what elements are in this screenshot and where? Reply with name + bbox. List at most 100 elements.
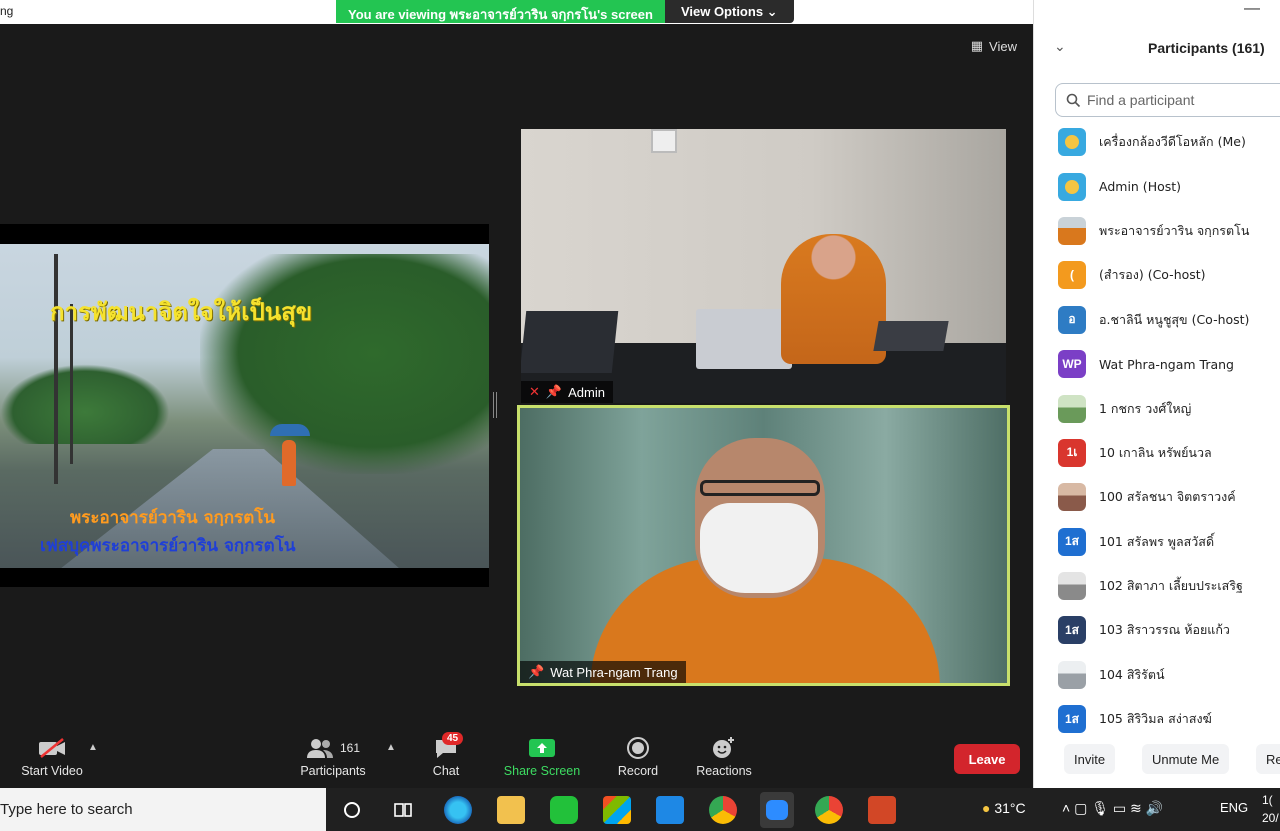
task-view-icon[interactable] xyxy=(392,796,420,824)
avatar: อ xyxy=(1058,305,1086,334)
line-app-icon[interactable] xyxy=(550,796,578,824)
minimize-icon[interactable]: — xyxy=(1244,0,1260,18)
wifi-icon[interactable]: ≋ xyxy=(1130,800,1142,816)
clock-date: 20/ xyxy=(1262,811,1279,825)
participant-actions: Invite Unmute Me Re xyxy=(1034,744,1280,776)
chrome-icon[interactable] xyxy=(709,796,737,824)
meet-now-icon[interactable]: ▢ xyxy=(1074,800,1087,816)
list-item[interactable]: ((สำรอง) (Co-host) xyxy=(1034,253,1280,297)
taskbar-search-placeholder: Type here to search xyxy=(0,801,133,818)
participant-search[interactable] xyxy=(1055,83,1280,117)
video-tile-active-speaker[interactable]: 📌 Wat Phra-ngam Trang xyxy=(517,405,1010,686)
list-item[interactable]: 100 สรัลชนา จิตตราวงค์ xyxy=(1034,475,1280,519)
list-item[interactable]: พระอาจารย์วาริน จกฺกรตโน xyxy=(1034,209,1280,253)
reactions-button[interactable]: Reactions xyxy=(694,736,754,778)
chrome-profile-icon[interactable] xyxy=(815,796,843,824)
edge-icon[interactable] xyxy=(444,796,472,824)
utility-pole xyxy=(54,254,58,484)
chevron-down-icon: ⌄ xyxy=(766,4,778,19)
volume-icon[interactable]: 🔊 xyxy=(1146,800,1163,816)
share-screen-button[interactable]: Share Screen xyxy=(502,736,582,778)
store-icon[interactable] xyxy=(603,796,631,824)
list-item[interactable]: Admin (Host) xyxy=(1034,164,1280,208)
walking-monk-figure xyxy=(282,440,296,486)
clock[interactable]: 1( 20/ xyxy=(1262,791,1279,827)
shared-screen[interactable]: การพัฒนาจิตใจให้เป็นสุข พระอาจารย์วาริน … xyxy=(0,224,489,587)
participant-figure xyxy=(781,234,886,364)
laptop xyxy=(521,311,619,373)
list-item[interactable]: เครื่องกล้องวีดีโอหลัก (Me) xyxy=(1034,120,1280,164)
list-item[interactable]: 102 สิตาภา เลี้ยบประเสริฐ xyxy=(1034,564,1280,608)
list-item[interactable]: WP Wat Phra-ngam Trang xyxy=(1034,342,1280,386)
participant-name: 10 เกาลิน หรัพย์นวล xyxy=(1099,444,1212,460)
record-button[interactable]: Record xyxy=(614,736,662,778)
zoom-icon xyxy=(766,800,788,820)
split-view-handle[interactable] xyxy=(493,392,497,418)
participant-name: Admin (Host) xyxy=(1099,179,1182,195)
slide-title: การพัฒนาจิตใจให้เป็นสุข xyxy=(50,298,313,326)
grid-icon: ▦ xyxy=(970,38,984,53)
tray-icons[interactable]: ˄ ▢ 🎙 ▭ ≋ 🔊 xyxy=(1062,800,1163,817)
chat-button[interactable]: 45 Chat xyxy=(424,732,468,778)
windows-taskbar: Type here to search ● 31°C ˄ ▢ 🎙 ▭ ≋ 🔊 E… xyxy=(0,788,1280,831)
file-explorer-icon[interactable] xyxy=(497,796,525,824)
view-layout-button[interactable]: ▦ View xyxy=(971,38,1017,54)
list-item[interactable]: 1เ 10 เกาลิน หรัพย์นวล xyxy=(1034,431,1280,475)
search-input[interactable] xyxy=(1087,92,1267,108)
list-item[interactable]: 1ส 105 สิริวิมล สง่าสงฆ์ xyxy=(1034,697,1280,741)
sun-icon: ● xyxy=(982,800,991,816)
avatar: 1เ xyxy=(1058,438,1086,467)
unmute-me-button[interactable]: Unmute Me xyxy=(1142,744,1230,774)
record-label: Record xyxy=(617,764,659,778)
scenery-trees-left xyxy=(0,364,170,444)
mail-icon[interactable] xyxy=(656,796,684,824)
participants-button[interactable]: 161 Participants xyxy=(298,736,368,778)
avatar xyxy=(1058,216,1086,245)
participants-options-chevron-icon[interactable]: ▲ xyxy=(386,742,396,753)
view-options-button[interactable]: View Options ⌄ xyxy=(664,0,794,23)
zoom-taskbar-button[interactable] xyxy=(760,792,794,828)
battery-icon[interactable]: ▭ xyxy=(1113,800,1126,816)
cortana-icon[interactable] xyxy=(340,796,368,824)
avatar xyxy=(1058,394,1086,423)
invite-button[interactable]: Invite xyxy=(1064,744,1116,774)
chevron-up-icon[interactable]: ˄ xyxy=(1062,800,1070,816)
participant-mask xyxy=(700,503,818,593)
list-item[interactable]: 1 กชกร วงศ์ใหญ่ xyxy=(1034,386,1280,430)
start-video-button[interactable]: Start Video xyxy=(20,736,84,778)
participants-title: Participants (161) xyxy=(1148,40,1265,56)
avatar xyxy=(1058,483,1086,512)
participant-name: 103 สิราวรรณ ห้อยแก้ว xyxy=(1099,622,1230,638)
taskbar-search[interactable]: Type here to search xyxy=(0,788,326,831)
chat-badge: 45 xyxy=(442,732,464,745)
language-indicator[interactable]: ENG xyxy=(1220,800,1248,815)
chat-label: Chat xyxy=(432,764,460,778)
meeting-toolbar: Start Video ▲ 161 Participants ▲ 45 Chat… xyxy=(0,728,1033,788)
more-actions-button[interactable]: Re xyxy=(1256,744,1280,774)
slide-facebook-line: เฟสบุคพระอาจารย์วาริน จกฺกรตโน xyxy=(40,536,296,556)
weather-widget[interactable]: ● 31°C xyxy=(982,800,1026,816)
wall-fan xyxy=(651,129,677,153)
leave-button[interactable]: Leave xyxy=(954,744,1020,774)
meeting-stage: ▦ View การพัฒนาจิตใจให้เป็นสุข พระอาจารย… xyxy=(0,24,1033,728)
video-options-chevron-icon[interactable]: ▲ xyxy=(88,742,98,753)
avatar: 1ส xyxy=(1058,705,1086,734)
participant-name: เครื่องกล้องวีดีโอหลัก (Me) xyxy=(1099,134,1246,150)
participants-icon: 161 xyxy=(298,736,368,760)
reactions-icon xyxy=(694,736,754,760)
powerpoint-icon[interactable] xyxy=(868,796,896,824)
viewing-screen-message: You are viewing พระอาจารย์วาริน จกฺกรโน'… xyxy=(336,0,665,23)
microphone-icon[interactable]: 🎙 xyxy=(1091,800,1109,816)
list-item[interactable]: 1ส 103 สิราวรรณ ห้อยแก้ว xyxy=(1034,608,1280,652)
participant-name: Wat Phra-ngam Trang xyxy=(1099,356,1234,372)
window-title: ng xyxy=(0,4,14,18)
avatar: 1ส xyxy=(1058,527,1086,556)
participant-name: พระอาจารย์วาริน จกฺกรตโน xyxy=(1099,222,1250,238)
share-screen-icon xyxy=(502,736,582,760)
list-item[interactable]: 1ส 101 สรัลพร พูลสวัสดิ์ xyxy=(1034,520,1280,564)
video-tile-admin[interactable]: ✕ 📌 Admin xyxy=(521,129,1006,403)
list-item[interactable]: 104 สิริรัตน์ xyxy=(1034,653,1280,697)
collapse-chevron-icon[interactable]: ⌄ xyxy=(1054,38,1066,55)
laptop xyxy=(696,309,792,369)
list-item[interactable]: อ อ.ชาลินี หนูชูสุข (Co-host) xyxy=(1034,298,1280,342)
